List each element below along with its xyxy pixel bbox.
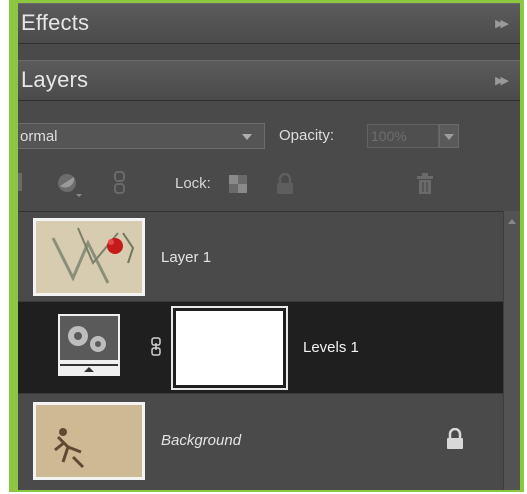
- layer-name[interactable]: Background: [161, 432, 241, 449]
- link-icon[interactable]: [151, 337, 161, 357]
- layers-panel-container: Effects ▶▶ Layers ▶▶ ormal Opacity: 100%: [18, 3, 520, 490]
- layer-row-layer-1[interactable]: Layer 1: [18, 212, 503, 302]
- layer-name[interactable]: Levels 1: [303, 339, 359, 356]
- chevron-down-icon: [242, 134, 252, 140]
- opacity-dropdown-button[interactable]: [439, 124, 459, 148]
- opacity-input[interactable]: 100%: [367, 124, 439, 148]
- link-layers-icon[interactable]: [113, 171, 127, 195]
- effects-panel-header[interactable]: Effects ▶▶: [18, 3, 520, 44]
- layers-panel-title: Layers: [21, 67, 89, 92]
- layers-scrollbar[interactable]: [503, 211, 520, 490]
- layer-tools-toolbar: Lock:: [18, 161, 520, 211]
- layer-name[interactable]: Layer 1: [161, 249, 211, 266]
- trash-icon[interactable]: [416, 173, 434, 195]
- opacity-label: Opacity:: [279, 127, 335, 144]
- opacity-value: 100%: [371, 128, 407, 144]
- blend-mode-value: ormal: [20, 128, 58, 145]
- blend-mode-dropdown[interactable]: ormal: [18, 123, 265, 149]
- double-chevron-right-icon[interactable]: ▶▶: [495, 17, 509, 30]
- scroll-up-arrow-icon[interactable]: [508, 219, 516, 224]
- lock-icon: [447, 428, 463, 449]
- layer-row-levels-1[interactable]: Levels 1: [18, 302, 503, 394]
- lock-label: Lock:: [175, 175, 211, 192]
- mask-fill: [176, 311, 283, 385]
- lock-transparent-pixels-icon[interactable]: [229, 175, 247, 193]
- lock-icon[interactable]: [276, 173, 294, 195]
- layers-panel-header[interactable]: Layers ▶▶: [18, 60, 520, 101]
- layers-list: Layer 1 Levels 1 Background: [18, 211, 503, 490]
- layer-row-background[interactable]: Background: [18, 394, 503, 490]
- effects-panel-title: Effects: [21, 10, 90, 35]
- chevron-down-icon: [444, 134, 454, 140]
- gears-icon: [58, 314, 120, 376]
- layer-mask-thumbnail[interactable]: [171, 306, 288, 390]
- layer-1-thumbnail: [33, 218, 145, 296]
- partial-toolbar-icon: [18, 173, 22, 191]
- background-thumbnail: [33, 402, 145, 480]
- blend-opacity-toolbar: ormal Opacity: 100%: [18, 123, 520, 161]
- double-chevron-right-icon[interactable]: ▶▶: [495, 74, 509, 87]
- mask-icon[interactable]: [56, 172, 86, 198]
